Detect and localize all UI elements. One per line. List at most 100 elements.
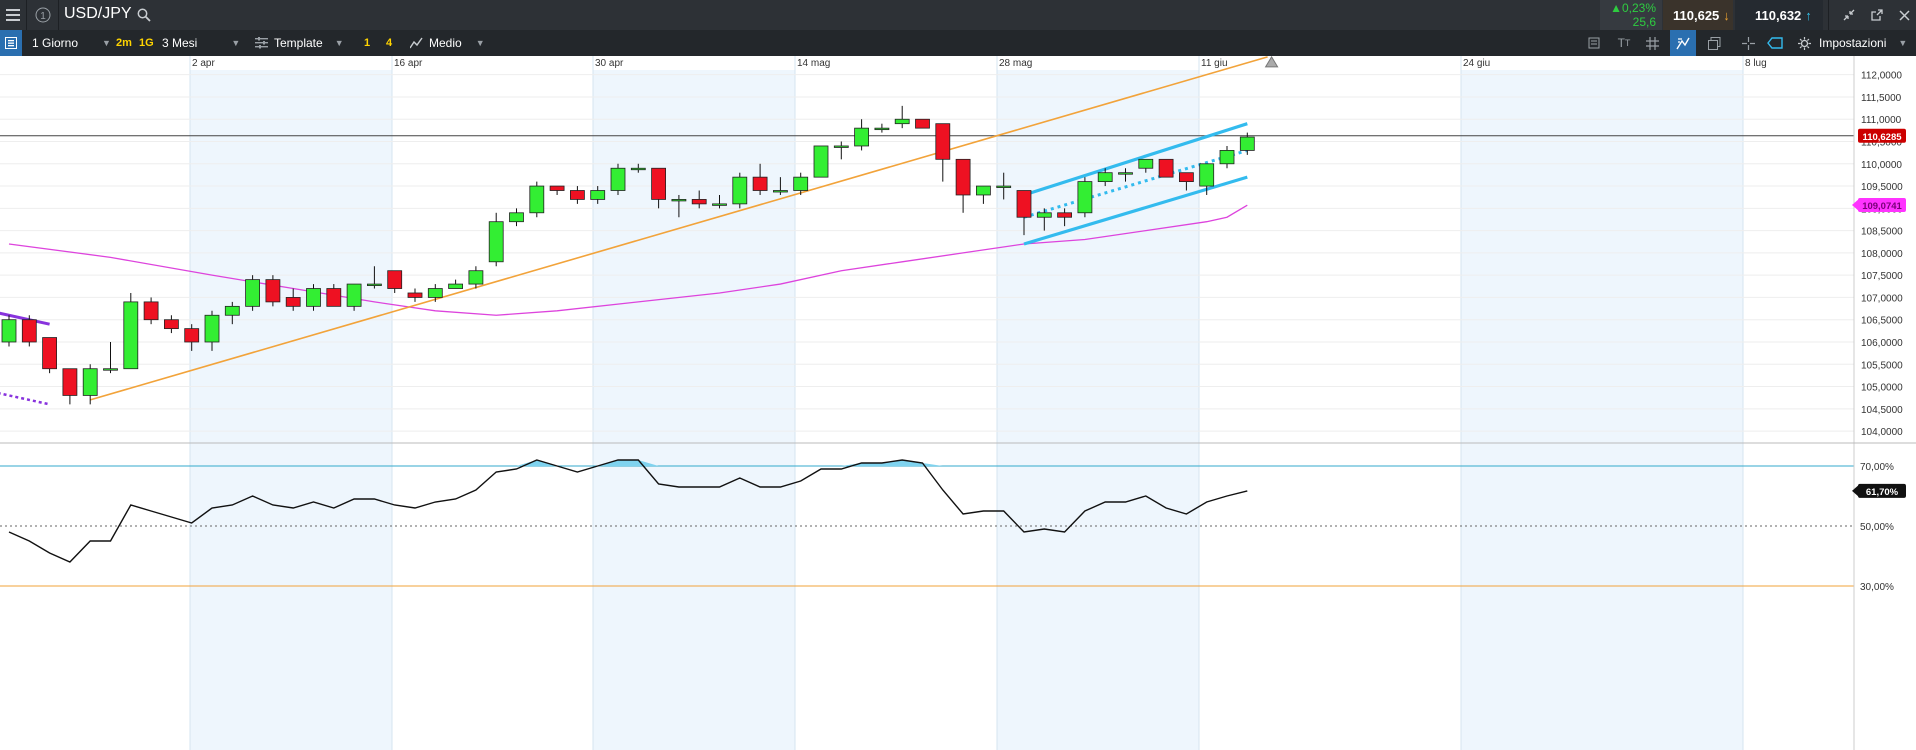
sell-button[interactable]: 110,625 ↓ (1663, 0, 1733, 30)
x-tick-label: 16 apr (394, 58, 423, 69)
x-tick-label: 28 mag (999, 58, 1032, 69)
chart-style-icon (410, 37, 423, 49)
candle-body (245, 279, 261, 307)
candle-body (204, 314, 220, 343)
crosshair-icon[interactable] (1738, 30, 1758, 56)
candle-body (590, 190, 606, 200)
badge-4[interactable]: 4 (386, 30, 392, 56)
range-select[interactable]: 3 Mesi ▼ (162, 30, 240, 56)
change-points: 25,6 (1632, 15, 1656, 29)
style-select[interactable]: Medio ▼ (410, 30, 485, 56)
quick-2m-button[interactable]: 2m (116, 30, 132, 56)
candle-body (549, 185, 565, 191)
close-icon[interactable] (1892, 0, 1916, 30)
x-tick-label: 2 apr (192, 58, 215, 69)
candle-body (1239, 136, 1255, 151)
candle-body (1077, 181, 1093, 214)
candle-body (123, 301, 139, 370)
interval-select[interactable]: 1 Giorno ▼ (32, 30, 111, 56)
candle-body (1199, 163, 1215, 187)
popout-icon[interactable] (1864, 0, 1890, 30)
candle-body (62, 368, 78, 396)
y-tick-label: 106,0000 (1861, 338, 1903, 349)
candle-body (1219, 150, 1235, 165)
candle-body (306, 288, 321, 307)
candle-body (468, 270, 484, 285)
change-box: ▲0,23% 25,6 (1600, 0, 1662, 30)
candle-body (976, 185, 991, 196)
quick-1g-button[interactable]: 1G (139, 30, 154, 56)
template-label: Template (274, 36, 323, 50)
candle-body (163, 319, 179, 330)
candle-body (691, 199, 707, 205)
settings-label: Impostazioni (1819, 36, 1887, 50)
candle-body (915, 118, 930, 129)
chart-toolbar: 1 Giorno ▼ 2m 1G 3 Mesi ▼ Template ▼ 1 4… (0, 30, 1916, 56)
label-icon[interactable] (1764, 30, 1786, 56)
oscillator-level-label: 70,00% (1860, 462, 1894, 473)
x-tick-label: 8 lug (1745, 58, 1767, 69)
candle-body (1057, 212, 1072, 218)
list-icon[interactable] (0, 30, 22, 56)
y-tick-label: 105,0000 (1861, 383, 1903, 394)
search-icon[interactable] (134, 0, 154, 30)
candle-body (630, 167, 646, 171)
copy-icon[interactable] (1584, 30, 1604, 56)
y-tick-label: 109,5000 (1861, 182, 1903, 193)
candle-body (42, 337, 57, 370)
candle-body (955, 158, 971, 196)
period-shade (1461, 70, 1743, 750)
y-tick-label: 107,5000 (1861, 271, 1903, 282)
range-label: 3 Mesi (162, 36, 198, 50)
buy-button[interactable]: 110,632 ↑ (1735, 0, 1823, 30)
x-tick-label: 11 giu (1201, 58, 1228, 69)
y-tick-label: 104,5000 (1861, 405, 1903, 416)
arrow-down-icon: ↓ (1723, 7, 1730, 23)
top-bar: 1 USD/JPY ▲0,23% 25,6 110,625 ↓ 110,632 … (0, 0, 1916, 30)
purple-dotted-line (0, 392, 50, 406)
change-percent: ▲0,23% (1610, 1, 1656, 15)
y-tick-label: 111,0000 (1861, 115, 1902, 126)
svg-text:1: 1 (40, 11, 46, 22)
grid-icon[interactable] (1642, 30, 1662, 56)
symbol-title: USD/JPY (64, 5, 132, 22)
text-icon[interactable]: TT (1614, 30, 1634, 56)
draw-icon[interactable] (1670, 30, 1696, 56)
candle-body (1, 319, 17, 343)
buy-price: 110,632 (1755, 7, 1802, 23)
chevron-down-icon: ▼ (475, 38, 485, 48)
settings-select[interactable]: Impostazioni ▼ (1798, 30, 1907, 56)
y-tick-label: 108,5000 (1861, 227, 1903, 238)
oscillator-level-label: 50,00% (1860, 522, 1894, 533)
minimize-icon[interactable] (1836, 0, 1862, 30)
chevron-down-icon: ▼ (231, 38, 241, 48)
period-shade (190, 70, 392, 750)
price-chart[interactable]: 70,00% 50,00% 30,00% 2 apr 16 apr 30 apr 14 m… (0, 56, 1916, 750)
badge-1[interactable]: 1 (364, 30, 370, 56)
candle-body (285, 297, 301, 307)
copy-icon[interactable] (1704, 30, 1724, 56)
y-tick-label: 112,0000 (1861, 71, 1902, 82)
y-tick-label: 111,5000 (1861, 93, 1902, 104)
oscillator-value-label: 61,70% (1866, 487, 1899, 498)
template-select[interactable]: Template ▼ (255, 30, 344, 56)
info-icon[interactable]: 1 (32, 0, 54, 30)
candle-body (894, 118, 910, 125)
menu-icon[interactable] (0, 0, 26, 30)
candle-body (996, 185, 1012, 188)
chevron-down-icon: ▼ (102, 38, 111, 48)
y-tick-label: 108,0000 (1861, 249, 1903, 260)
candle-body (813, 145, 829, 178)
candle-body (265, 279, 281, 303)
y-tick-label: 110,0000 (1861, 160, 1902, 171)
candle-body (1158, 158, 1174, 178)
candle-body (103, 368, 118, 371)
candle-body (671, 199, 687, 202)
candle-body (1016, 190, 1032, 218)
gear-icon (1798, 36, 1811, 50)
y-tick-label: 107,0000 (1861, 293, 1903, 304)
x-tick-label: 14 mag (797, 58, 830, 69)
candle-body (773, 190, 788, 193)
candle-body (712, 203, 727, 206)
y-tick-label: 104,0000 (1861, 427, 1903, 438)
